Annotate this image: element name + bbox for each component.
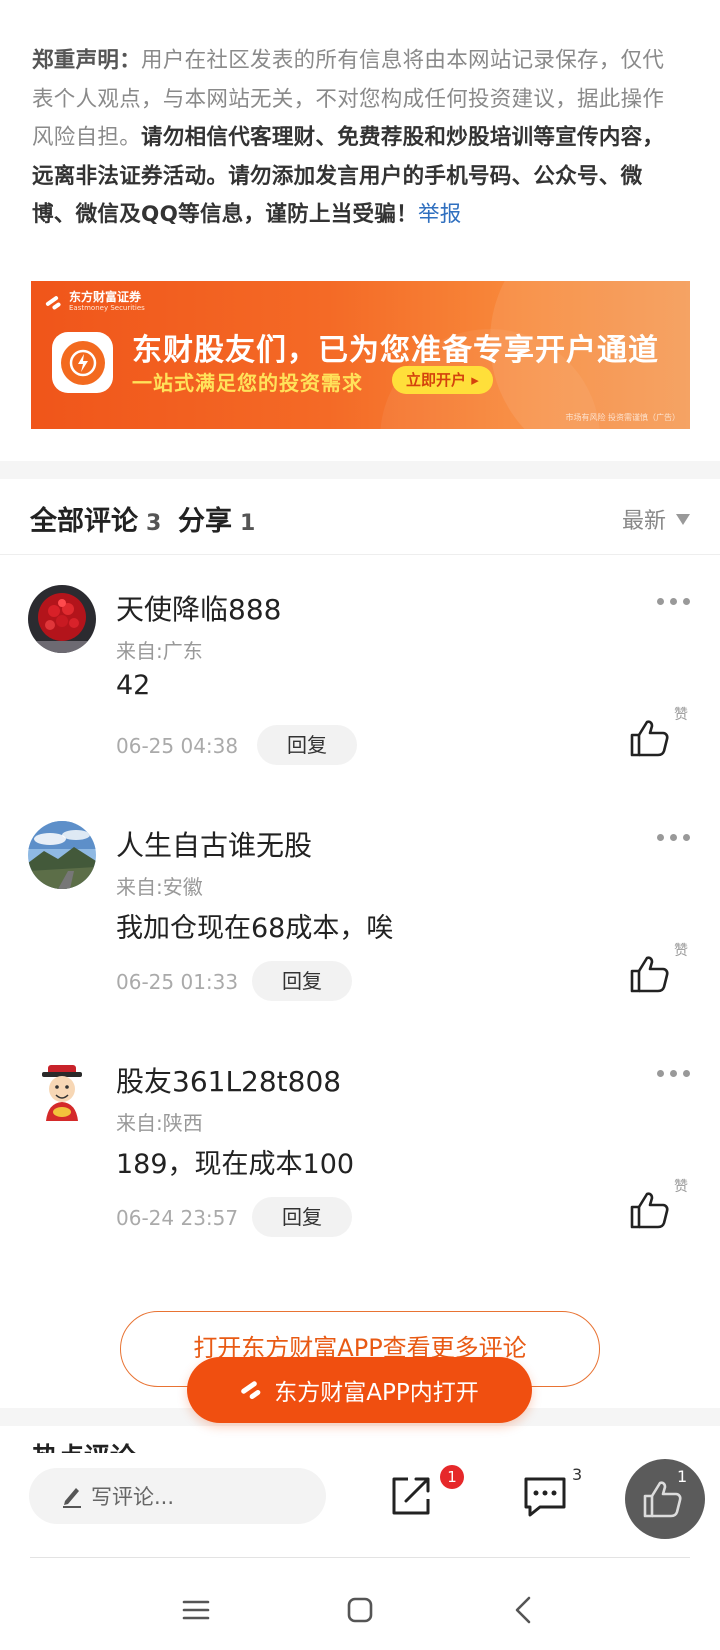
divider: [30, 1557, 690, 1558]
home-icon[interactable]: [340, 1590, 380, 1630]
like-label: 赞: [674, 943, 688, 959]
comments-button[interactable]: [520, 1471, 570, 1521]
banner-headline: 东财股友们，已为您准备专享开户通道: [132, 333, 659, 368]
comments-count: 3: [146, 511, 162, 536]
risk-note: 市场有风险 投资需谨慎（广告）: [565, 413, 680, 422]
eastmoney-logo-icon: [240, 1379, 264, 1401]
open-in-app-button[interactable]: 东方财富APP内打开: [187, 1357, 532, 1423]
banner-subline: 一站式满足您的投资需求: [132, 371, 363, 395]
reply-button[interactable]: 回复: [252, 961, 352, 1001]
comment-time: 06-25 04:38: [116, 734, 239, 758]
avatar[interactable]: [28, 821, 96, 889]
comment-item: 天使降临888 来自:广东 42 06-25 04:38 回复 赞: [0, 566, 720, 802]
comment-time: 06-24 23:57: [116, 1206, 239, 1230]
tab-all-comments-label: 全部评论: [30, 506, 138, 537]
thumbs-up-icon: [630, 720, 669, 757]
write-comment-input[interactable]: 写评论...: [29, 1468, 326, 1524]
comment-content: 189，现在成本100: [116, 1149, 355, 1180]
open-account-button[interactable]: 立即开户 ▸: [392, 366, 493, 394]
avatar[interactable]: [28, 585, 96, 653]
comment-item: 人生自古谁无股 来自:安徽 我加仓现在68成本，唉 06-25 01:33 回复…: [0, 802, 720, 1038]
tab-all-comments[interactable]: 全部评论 3: [30, 499, 161, 538]
sort-dropdown[interactable]: 最新: [622, 503, 690, 535]
comment-location: 来自:广东: [116, 639, 203, 663]
lightning-icon: [69, 349, 96, 376]
account-opening-ad-banner[interactable]: 东方财富证券 Eastmoney Securities 东财股友们，已为您准备专…: [31, 281, 690, 429]
comment-content: 我加仓现在68成本，唉: [116, 913, 394, 944]
app-icon: [52, 332, 113, 393]
comments-header: 全部评论 3 分享 1 最新: [0, 479, 720, 555]
like-button[interactable]: 赞: [628, 704, 688, 764]
like-button[interactable]: 赞: [628, 1176, 688, 1236]
comment-location: 来自:陕西: [116, 1111, 203, 1135]
brand-name: 东方财富证券: [69, 290, 142, 304]
share-icon: [392, 1477, 430, 1515]
disclaimer-lead: 郑重声明：: [32, 48, 142, 73]
like-label: 赞: [674, 707, 688, 723]
sort-label: 最新: [621, 509, 666, 534]
hot-comments-title: 热点评论: [32, 1437, 136, 1453]
comment-username[interactable]: 人生自古谁无股: [116, 824, 312, 864]
section-divider: [0, 461, 720, 479]
pencil-icon: [63, 1488, 81, 1508]
thumbs-up-icon: [630, 1192, 669, 1229]
comment-time: 06-25 01:33: [116, 970, 239, 994]
like-button[interactable]: 赞: [628, 940, 688, 1000]
reply-button[interactable]: 回复: [252, 1197, 352, 1237]
like-label: 赞: [674, 1179, 688, 1195]
caret-down-icon: [676, 513, 690, 525]
share-badge: 1: [440, 1465, 464, 1489]
menu-icon[interactable]: [176, 1590, 216, 1630]
comment-count: 3: [572, 1465, 583, 1484]
share-count: 1: [240, 511, 256, 536]
bottom-action-bar: 写评论... 1 3 1: [0, 1459, 720, 1559]
brand-logo: 东方财富证券 Eastmoney Securities: [45, 291, 145, 312]
back-icon[interactable]: [505, 1590, 545, 1630]
more-dots-icon[interactable]: [657, 598, 690, 605]
like-post-button[interactable]: 1: [625, 1459, 705, 1539]
system-nav-bar: [0, 1570, 720, 1650]
comment-icon: [524, 1477, 566, 1517]
brand-name-en: Eastmoney Securities: [69, 304, 145, 312]
comment-username[interactable]: 天使降临888: [116, 588, 281, 628]
report-link[interactable]: 举报: [418, 202, 462, 227]
comment-content: 42: [116, 670, 151, 701]
tab-share[interactable]: 分享 1: [178, 499, 255, 538]
write-comment-placeholder: 写评论...: [91, 1485, 175, 1509]
avatar[interactable]: [28, 1057, 96, 1125]
comment-item: 股友361L28t808 来自:陕西 189，现在成本100 06-24 23:…: [0, 1038, 720, 1274]
comment-username[interactable]: 股友361L28t808: [116, 1060, 341, 1100]
share-button[interactable]: [386, 1471, 436, 1521]
more-dots-icon[interactable]: [657, 834, 690, 841]
more-dots-icon[interactable]: [657, 1070, 690, 1077]
comment-location: 来自:安徽: [116, 875, 203, 899]
disclaimer-notice: 郑重声明：用户在社区发表的所有信息将由本网站记录保存，仅代表个人观点，与本网站无…: [32, 42, 682, 235]
tab-share-label: 分享: [178, 506, 232, 537]
like-count: 1: [677, 1467, 688, 1486]
eastmoney-logo-icon: [45, 294, 63, 310]
thumbs-up-icon: [630, 956, 669, 993]
reply-button[interactable]: 回复: [257, 725, 357, 765]
open-in-app-label: 东方财富APP内打开: [274, 1380, 479, 1406]
